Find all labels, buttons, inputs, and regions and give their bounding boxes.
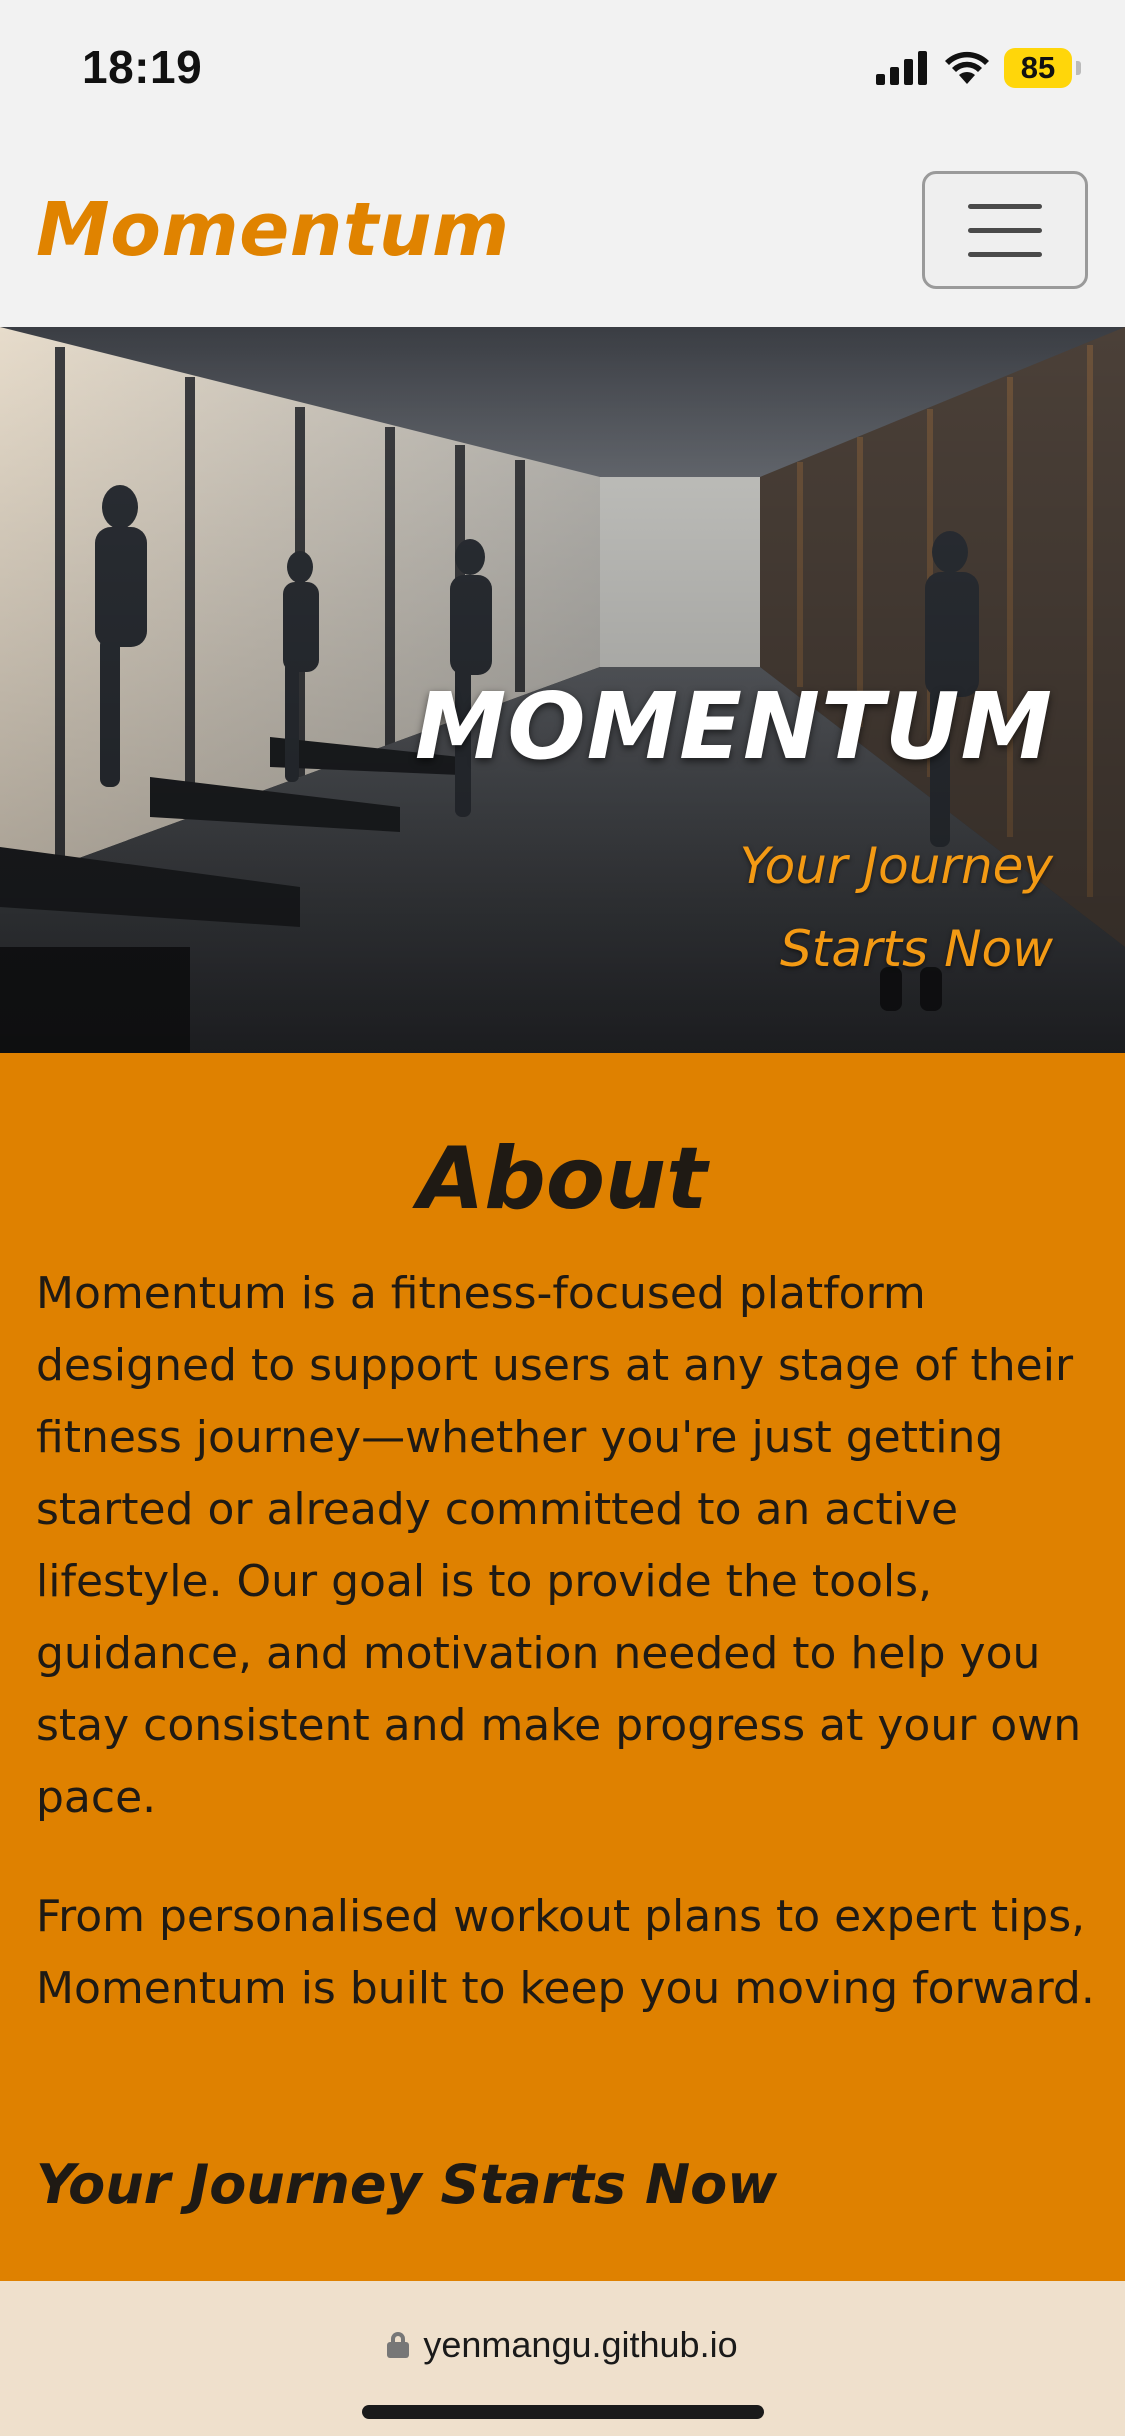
about-paragraph-1: Momentum is a fitness-focused platform d… xyxy=(36,1268,1082,1823)
brand-logo[interactable]: Momentum xyxy=(36,187,510,273)
address-bar[interactable]: yenmangu.github.io xyxy=(0,2315,1125,2375)
status-bar: 18:19 85 xyxy=(0,0,1125,135)
url-text: yenmangu.github.io xyxy=(423,2324,738,2365)
battery-indicator: 85 xyxy=(1004,48,1072,88)
page: 18:19 85 Momentum MOMENTUM Your Journey … xyxy=(0,0,1125,2436)
about-paragraph-2: From personalised workout plans to exper… xyxy=(36,1891,1095,2014)
hero-subtitle: Your Journey Starts Now xyxy=(739,837,1053,978)
hamburger-menu-icon-bar xyxy=(968,251,1042,257)
wifi-icon xyxy=(945,51,989,84)
battery-nub xyxy=(1076,61,1081,75)
hero-title: MOMENTUM xyxy=(414,673,1053,780)
about-tagline: Your Journey Starts Now xyxy=(36,2153,778,2216)
lock-icon xyxy=(387,2332,410,2358)
browser-bottom-bar: yenmangu.github.io xyxy=(0,2281,1125,2436)
cellular-signal-icon xyxy=(876,51,927,85)
hamburger-menu-icon xyxy=(968,203,1042,209)
home-indicator[interactable] xyxy=(362,2405,764,2419)
navbar: Momentum xyxy=(0,135,1125,327)
about-section: About Momentum is a fitness-focused plat… xyxy=(0,1053,1125,2281)
hero-banner: MOMENTUM Your Journey Starts Now xyxy=(0,327,1125,1053)
hamburger-menu-icon-bar xyxy=(968,227,1042,233)
status-icons: 85 xyxy=(876,46,1081,90)
hamburger-menu-button[interactable] xyxy=(922,171,1088,289)
status-time: 18:19 xyxy=(82,41,203,93)
about-heading: About xyxy=(417,1129,708,1229)
